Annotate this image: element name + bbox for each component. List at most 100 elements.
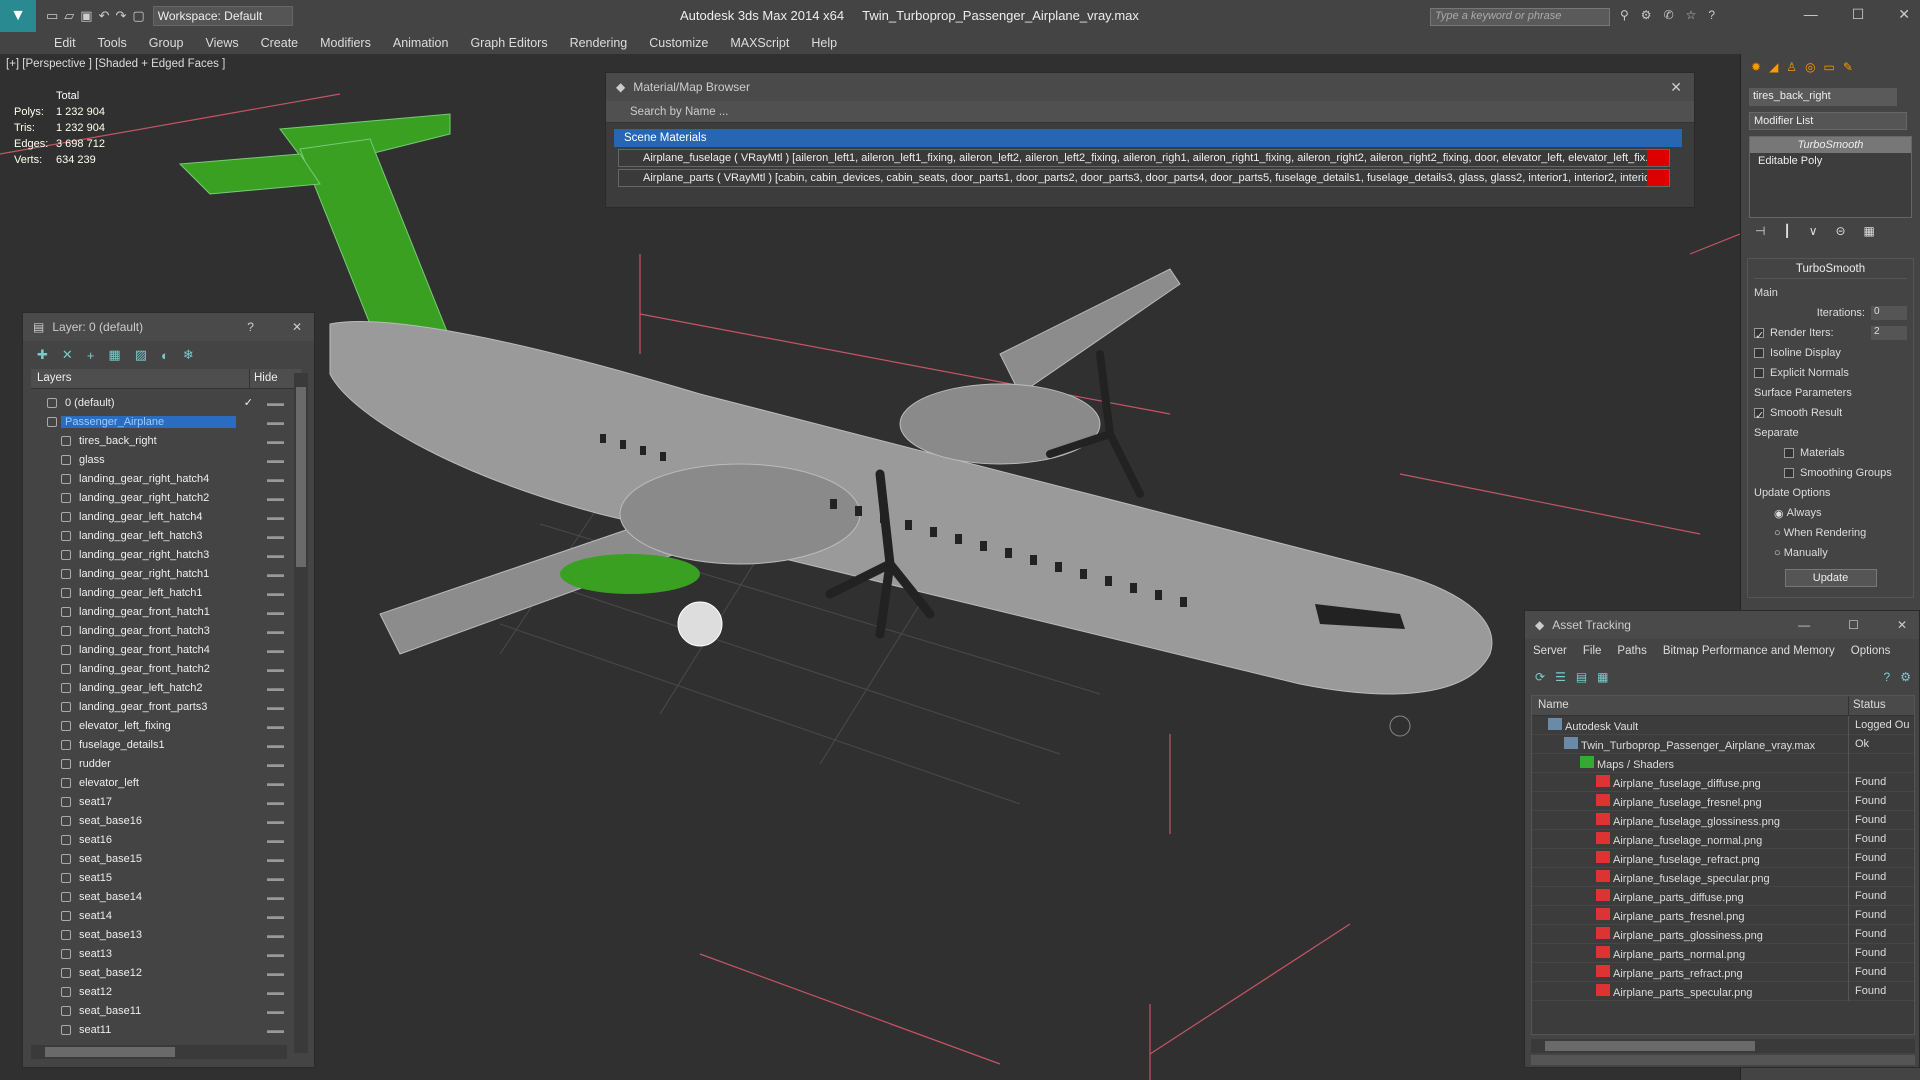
asset-row[interactable]: Airplane_fuselage_refract.png Found — [1532, 848, 1914, 868]
explicit-normals-checkbox[interactable] — [1754, 368, 1764, 378]
layer-item[interactable]: landing_gear_right_hatch1 ▬▬ — [31, 564, 293, 583]
hide-toggle[interactable]: ▬▬ — [267, 550, 284, 560]
layer-item[interactable]: glass ▬▬ — [31, 450, 293, 469]
layer-item[interactable]: landing_gear_front_hatch1 ▬▬ — [31, 602, 293, 621]
when-rendering-radio[interactable]: ○ — [1774, 527, 1784, 539]
menu-edit[interactable]: Edit — [54, 36, 76, 50]
menu-maxscript[interactable]: MAXScript — [730, 36, 789, 50]
layer-item[interactable]: landing_gear_front_hatch3 ▬▬ — [31, 621, 293, 640]
hide-toggle[interactable]: ▬▬ — [267, 493, 284, 503]
maximize-icon[interactable]: ☐ — [1848, 618, 1859, 632]
asset-row[interactable]: Twin_Turboprop_Passenger_Airplane_vray.m… — [1532, 734, 1914, 754]
layer-item[interactable]: seat14 ▬▬ — [31, 906, 293, 925]
hide-toggle[interactable]: ▬▬ — [267, 778, 284, 788]
layer-item[interactable]: elevator_left ▬▬ — [31, 773, 293, 792]
hide-toggle[interactable]: ▬▬ — [267, 664, 284, 674]
menu-group[interactable]: Group — [149, 36, 184, 50]
hide-toggle[interactable]: ▬▬ — [267, 1006, 284, 1016]
delete-layer-icon[interactable]: ✕ — [62, 347, 73, 363]
layer-item[interactable]: landing_gear_left_hatch4 ▬▬ — [31, 507, 293, 526]
hide-toggle[interactable]: ▬▬ — [267, 569, 284, 579]
smooth-result-checkbox[interactable]: ✓ — [1754, 408, 1764, 422]
close-icon[interactable]: ✕ — [1670, 79, 1682, 96]
stack-item-turbosmooth[interactable]: TurboSmooth — [1750, 137, 1911, 153]
show-end-result-icon[interactable]: ┃ — [1783, 224, 1790, 248]
stack-item-editable-poly[interactable]: Editable Poly — [1750, 153, 1911, 169]
vertical-scrollbar[interactable] — [294, 373, 308, 1053]
layer-item[interactable]: landing_gear_front_hatch2 ▬▬ — [31, 659, 293, 678]
motion-tab-icon[interactable]: ◎ — [1805, 60, 1815, 76]
menu-create[interactable]: Create — [261, 36, 299, 50]
asset-row[interactable]: Airplane_parts_diffuse.png Found — [1532, 886, 1914, 906]
layer-item[interactable]: tires_back_right ▬▬ — [31, 431, 293, 450]
add-to-layer-icon[interactable]: + — [87, 348, 95, 363]
asset-row[interactable]: Airplane_fuselage_normal.png Found — [1532, 829, 1914, 849]
display-tab-icon[interactable]: ▭ — [1824, 60, 1835, 76]
hide-toggle[interactable]: ▬▬ — [267, 835, 284, 845]
hide-toggle[interactable]: ▬▬ — [267, 607, 284, 617]
list-view-icon[interactable]: ☰ — [1555, 670, 1566, 684]
layer-item[interactable]: landing_gear_front_hatch4 ▬▬ — [31, 640, 293, 659]
hide-toggle[interactable]: ▬▬ — [267, 417, 284, 427]
layer-item[interactable]: seat_base11 ▬▬ — [31, 1001, 293, 1020]
isoline-checkbox[interactable] — [1754, 348, 1764, 358]
layer-item[interactable]: elevator_left_fixing ▬▬ — [31, 716, 293, 735]
asset-row[interactable]: Airplane_parts_glossiness.png Found — [1532, 924, 1914, 944]
redo-icon[interactable]: ↷ — [116, 8, 127, 24]
modifier-list-dropdown[interactable]: Modifier List — [1749, 112, 1907, 130]
close-icon[interactable]: ✕ — [292, 320, 302, 334]
layer-item[interactable]: seat_base14 ▬▬ — [31, 887, 293, 906]
binoculars-icon[interactable]: ⚲ — [1620, 8, 1629, 22]
layer-item[interactable]: landing_gear_left_hatch3 ▬▬ — [31, 526, 293, 545]
configure-sets-icon[interactable]: ▦ — [1864, 224, 1875, 248]
menu-views[interactable]: Views — [205, 36, 238, 50]
hide-toggle[interactable]: ▬▬ — [267, 911, 284, 921]
asset-row[interactable]: Airplane_fuselage_diffuse.png Found — [1532, 772, 1914, 792]
layer-item[interactable]: 0 (default) ✓ ▬▬ — [31, 393, 293, 412]
object-name-field[interactable]: tires_back_right — [1749, 88, 1897, 106]
new-file-icon[interactable]: ▭ — [46, 8, 58, 24]
thumbnail-view-icon[interactable]: ▤ — [1576, 670, 1587, 684]
pin-stack-icon[interactable]: ⊣ — [1755, 224, 1765, 248]
hide-toggle[interactable]: ▬▬ — [267, 816, 284, 826]
layer-item[interactable]: seat_base16 ▬▬ — [31, 811, 293, 830]
modify-tab-icon[interactable]: ◢ — [1769, 60, 1778, 76]
hide-toggle[interactable]: ▬▬ — [267, 949, 284, 959]
close-icon[interactable]: ✕ — [1897, 618, 1907, 632]
close-icon[interactable]: ✕ — [1898, 6, 1910, 23]
layer-item[interactable]: landing_gear_right_hatch3 ▬▬ — [31, 545, 293, 564]
horizontal-scrollbar[interactable] — [31, 1045, 287, 1059]
settings-icon[interactable]: ⚙ — [1900, 670, 1911, 684]
hide-toggle[interactable]: ▬▬ — [267, 702, 284, 712]
materials-checkbox[interactable] — [1784, 448, 1794, 458]
material-row[interactable]: Airplane_fuselage ( VRayMtl ) [aileron_l… — [618, 149, 1670, 167]
minimize-icon[interactable]: — — [1798, 618, 1810, 632]
always-radio[interactable]: ◉ — [1774, 507, 1787, 520]
hide-toggle[interactable]: ▬▬ — [267, 740, 284, 750]
menu-help[interactable]: Help — [811, 36, 837, 50]
create-tab-icon[interactable]: ✹ — [1751, 60, 1761, 76]
freeze-all-icon[interactable]: ❄ — [183, 347, 194, 363]
communication-icon[interactable]: ✆ — [1664, 8, 1674, 22]
asset-row[interactable]: Airplane_parts_refract.png Found — [1532, 962, 1914, 982]
smoothing-groups-checkbox[interactable] — [1784, 468, 1794, 478]
highlight-layer-icon[interactable]: ▨ — [135, 347, 147, 363]
hide-toggle[interactable]: ▬▬ — [267, 892, 284, 902]
layer-item[interactable]: rudder ▬▬ — [31, 754, 293, 773]
refresh-icon[interactable]: ⟳ — [1535, 670, 1545, 684]
layer-item[interactable]: landing_gear_front_parts3 ▬▬ — [31, 697, 293, 716]
menu-paths[interactable]: Paths — [1617, 645, 1646, 657]
layer-item[interactable]: seat_base12 ▬▬ — [31, 963, 293, 982]
help-icon[interactable]: ? — [1884, 670, 1891, 684]
render-iters-spinner[interactable]: 2 — [1871, 326, 1907, 340]
material-search-input[interactable]: Search by Name ... — [606, 101, 1694, 123]
iterations-spinner[interactable]: 0 — [1871, 306, 1907, 320]
layer-item[interactable]: landing_gear_left_hatch2 ▬▬ — [31, 678, 293, 697]
asset-row[interactable]: Airplane_parts_specular.png Found — [1532, 981, 1914, 1001]
asset-row[interactable]: Airplane_fuselage_fresnel.png Found — [1532, 791, 1914, 811]
menu-bitmap-performance[interactable]: Bitmap Performance and Memory — [1663, 645, 1835, 657]
help-icon[interactable]: ? — [1708, 8, 1715, 22]
hide-toggle[interactable]: ▬▬ — [267, 797, 284, 807]
layer-item[interactable]: seat12 ▬▬ — [31, 982, 293, 1001]
hide-toggle[interactable]: ▬▬ — [267, 588, 284, 598]
